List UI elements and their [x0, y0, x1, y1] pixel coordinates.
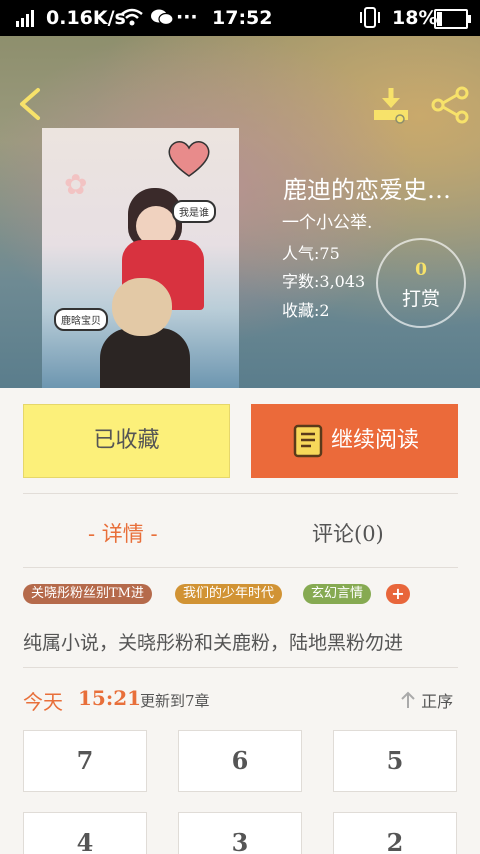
divider [23, 667, 458, 668]
book-description: 纯属小说，关晓彤粉和关鹿粉，陆地黑粉勿进 [23, 632, 404, 654]
status-bar: 0.16K/s ··· 17:52 18% [0, 0, 480, 36]
more-notifications: ··· [176, 6, 198, 28]
back-arrow-icon[interactable] [16, 86, 44, 122]
clock: 17:52 [212, 7, 273, 29]
book-cover-image[interactable]: ✿ 我是谁 鹿晗宝贝 [42, 128, 239, 388]
cover-person2-head [112, 278, 172, 336]
reward-count: 0 [415, 260, 427, 280]
reward-button[interactable]: 0 打赏 [376, 238, 466, 328]
tag-item[interactable]: 玄幻言情 [303, 584, 372, 604]
add-tag-button[interactable]: + [386, 584, 410, 604]
divider [23, 493, 458, 494]
signal-icon [16, 10, 34, 27]
chapter-button[interactable]: 6 [178, 730, 302, 792]
divider [23, 567, 458, 568]
update-text: 更新到7章 [140, 692, 210, 710]
tag-item[interactable]: 关晓彤粉丝别TM进 [23, 584, 152, 604]
chapter-button[interactable]: 7 [23, 730, 147, 792]
sort-order-button[interactable]: 正序 [400, 688, 453, 712]
cover-person2-body [100, 328, 190, 388]
chapter-button[interactable]: 5 [333, 730, 457, 792]
vibrate-icon [360, 7, 380, 28]
flower-decoration: ✿ [64, 168, 88, 201]
book-author[interactable]: 一个小公举. [282, 208, 372, 233]
chapter-button[interactable]: 2 [333, 812, 457, 854]
network-speed: 0.16K/s [46, 7, 126, 29]
heart-icon [168, 140, 210, 177]
update-time: 15:21 [78, 686, 142, 710]
continue-reading-button[interactable]: 继续阅读 [251, 404, 458, 478]
chapter-button[interactable]: 3 [178, 812, 302, 854]
battery-icon [434, 9, 471, 29]
cover-sticker-1: 我是谁 [172, 200, 216, 223]
cover-sticker-2: 鹿晗宝贝 [54, 308, 108, 331]
sort-order-label: 正序 [421, 692, 454, 711]
popularity-stat: 人气:75 [282, 244, 340, 263]
share-icon[interactable] [430, 86, 470, 124]
collected-button[interactable]: 已收藏 [23, 404, 230, 478]
download-icon[interactable] [372, 86, 410, 124]
tab-details[interactable]: - 详情 - [88, 518, 158, 548]
continue-reading-label: 继续阅读 [331, 428, 420, 453]
update-day: 今天 [23, 690, 63, 714]
tag-item[interactable]: 我们的少年时代 [175, 584, 283, 604]
battery-percent: 18% [392, 7, 438, 29]
collect-count-stat: 收藏:2 [282, 301, 330, 320]
wifi-icon [121, 8, 143, 26]
reward-label: 打赏 [401, 288, 440, 310]
word-count-stat: 字数:3,043 [282, 272, 366, 291]
wechat-icon [151, 9, 174, 26]
book-title: 鹿迪的恋爱史… [283, 176, 451, 204]
chapter-button[interactable]: 4 [23, 812, 147, 854]
book-icon [293, 424, 323, 458]
arrow-up-icon [401, 691, 415, 708]
tab-comments[interactable]: 评论(0) [312, 518, 384, 548]
